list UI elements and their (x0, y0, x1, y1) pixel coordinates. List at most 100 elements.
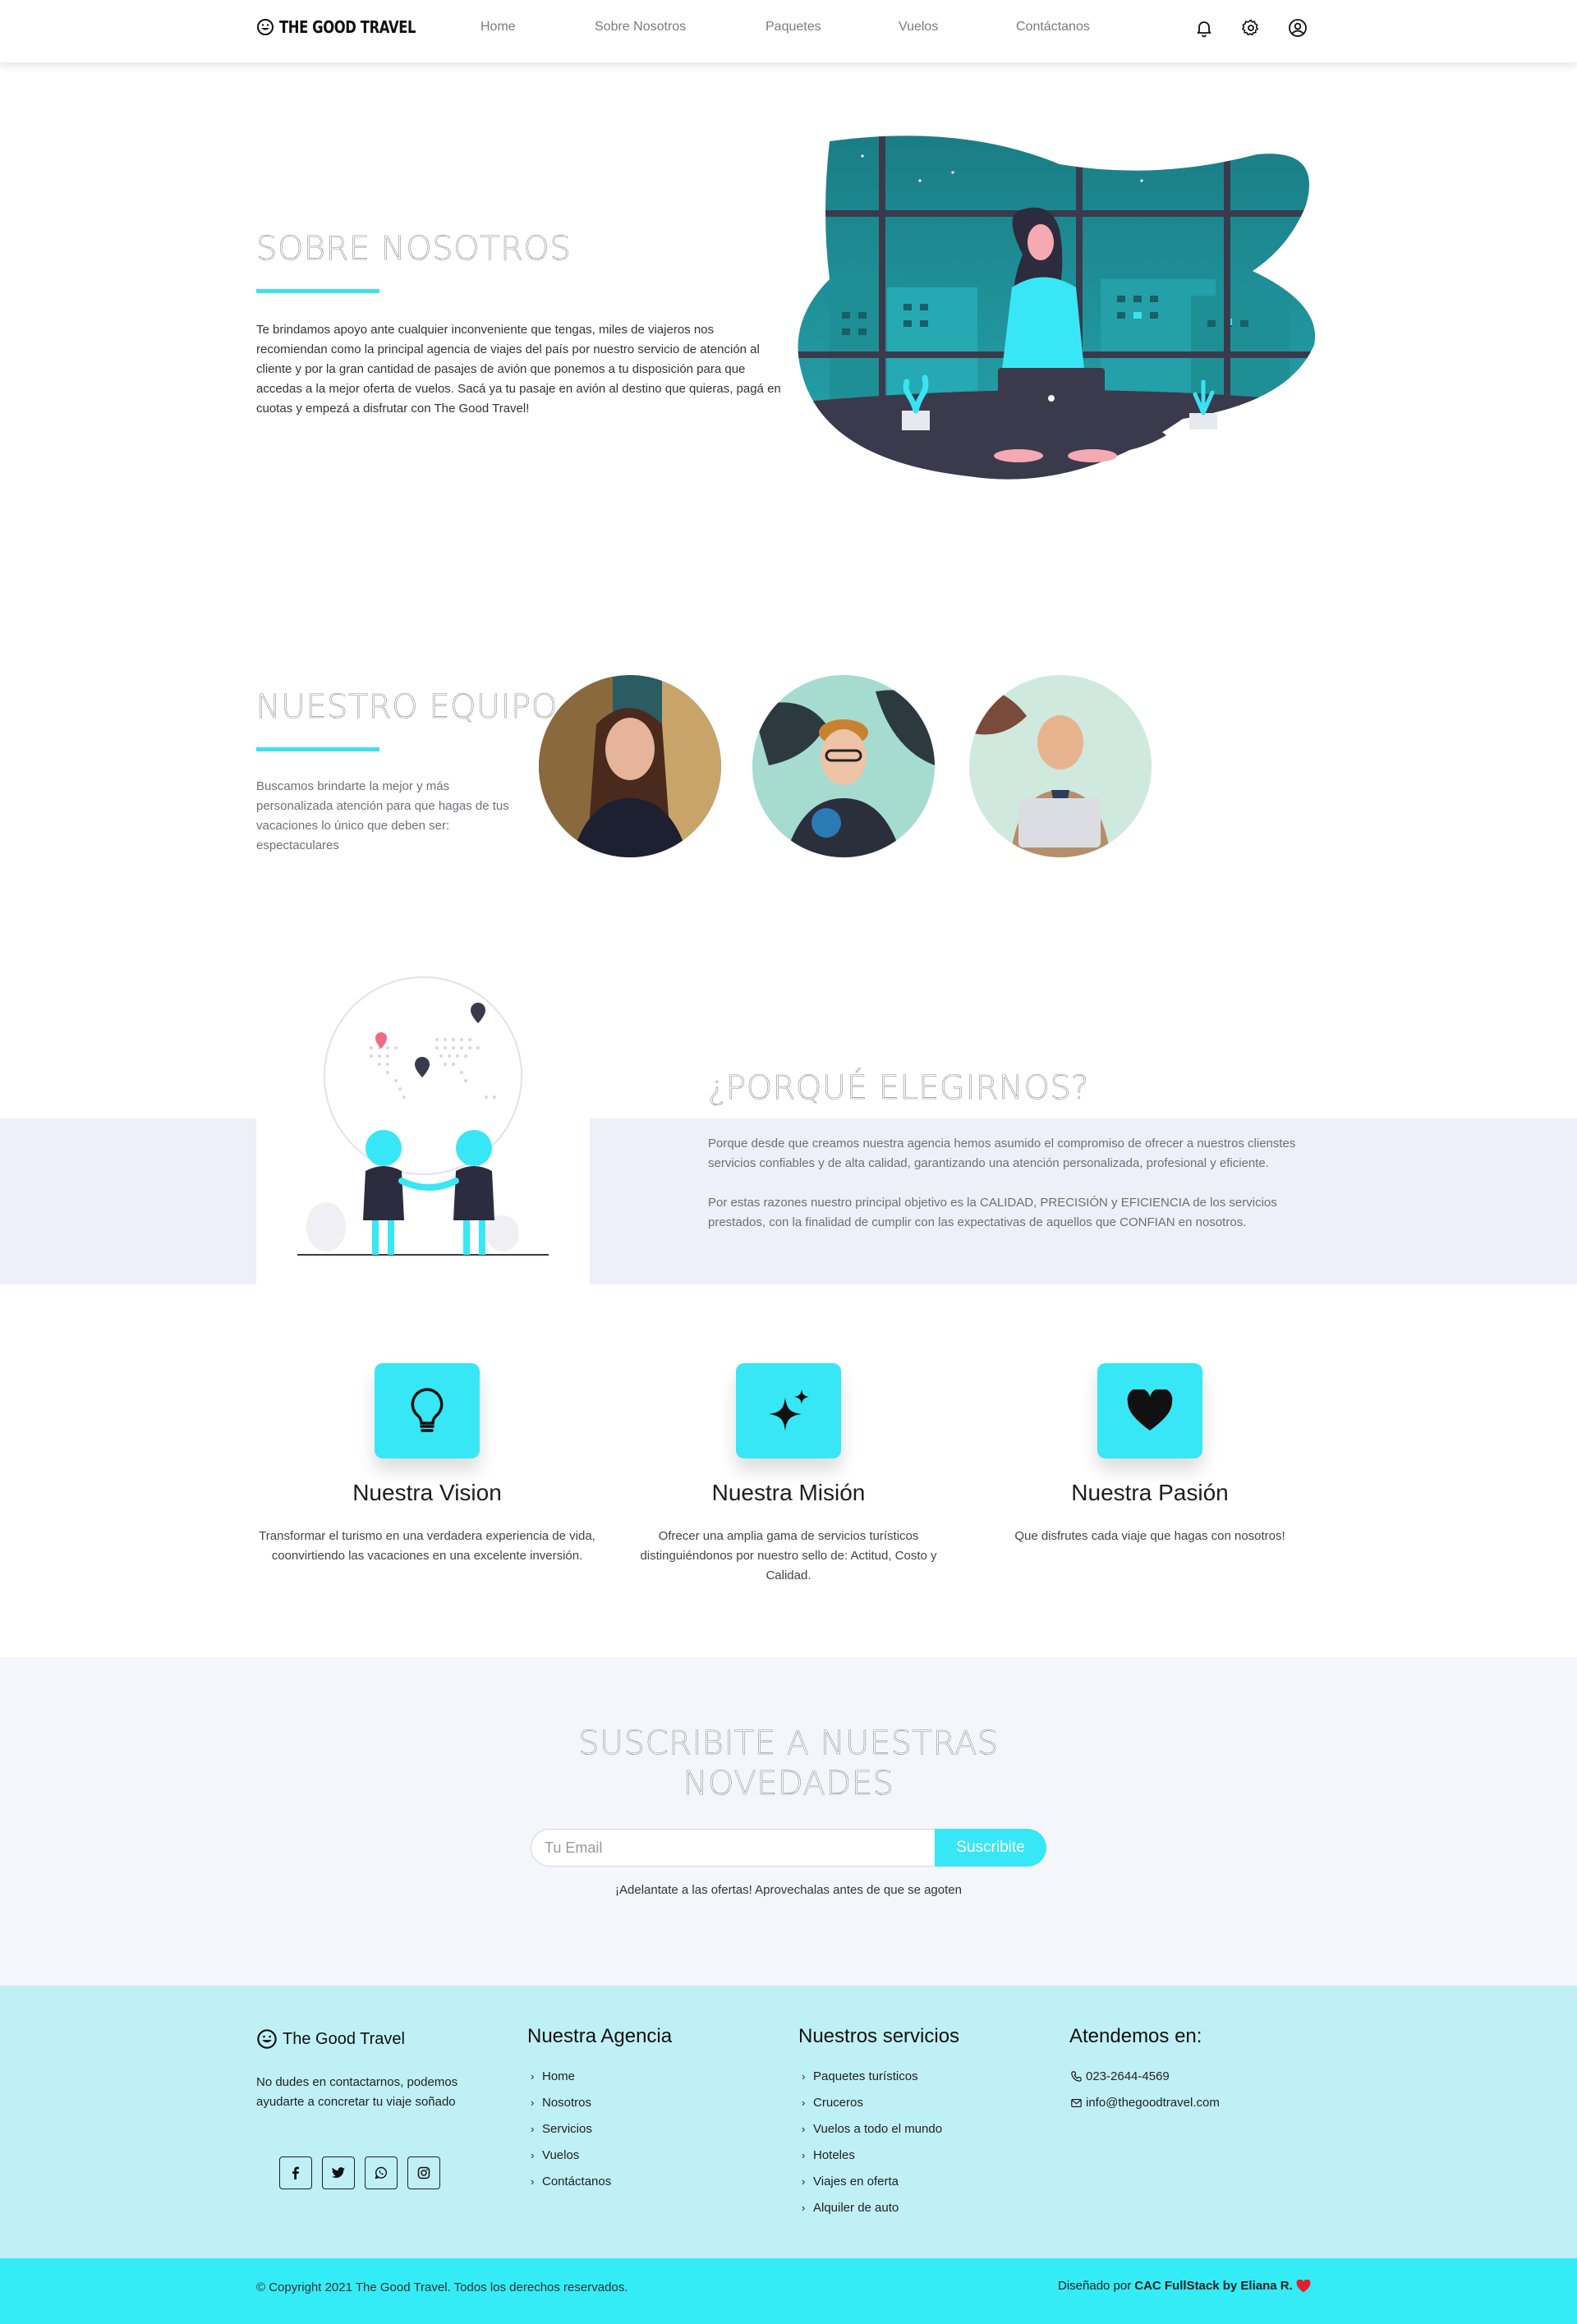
whatsapp-button[interactable] (365, 2156, 398, 2189)
chevron-right-icon: › (531, 2149, 535, 2161)
chevron-right-icon: › (531, 2123, 535, 2135)
about-title: SOBRE NOSOTROS (256, 230, 572, 268)
about-title-underline (256, 289, 379, 293)
chevron-right-icon: › (531, 2175, 535, 2188)
subscribe-title-line1: SUSCRIBITE A NUESTRAS (578, 1725, 999, 1762)
footer-brand-name: The Good Travel (283, 2029, 405, 2048)
footer-link-hoteles[interactable]: › Hoteles (802, 2148, 855, 2162)
chevron-right-icon: › (802, 2149, 806, 2161)
footer-link-label: Alquiler de auto (813, 2201, 899, 2215)
copyright-bar (0, 2258, 1577, 2324)
gear-icon[interactable] (1241, 18, 1261, 38)
woman-laptop-illustration (798, 135, 1316, 480)
team-member-photo-1 (539, 675, 721, 857)
footer-agency-title: Nuestra Agencia (527, 2025, 673, 2047)
footer-email[interactable]: info@thegoodtravel.com (1071, 2096, 1220, 2110)
nav-link-vuelos[interactable]: Vuelos (899, 20, 938, 34)
instagram-icon (417, 2166, 430, 2179)
mission-card-icon-box (736, 1363, 841, 1458)
nav-link-home[interactable]: Home (480, 20, 516, 34)
subscribe-note: ¡Adelantate a las ofertas! Aprovechalas … (615, 1883, 962, 1897)
twitter-icon (332, 2167, 345, 2178)
footer-link-label: Paquetes turísticos (813, 2069, 918, 2083)
credit-prefix: Diseñado por (1058, 2279, 1132, 2293)
footer-link-label: Home (542, 2069, 576, 2083)
footer-phone-text: 023-2644-4569 (1086, 2069, 1170, 2083)
footer-link-paquetes[interactable]: › Paquetes turísticos (802, 2069, 918, 2083)
footer (0, 1986, 1577, 2258)
why-title: ¿PORQUÉ ELEGIRNOS? (708, 1069, 1090, 1107)
mission-card-text: Ofrecer una amplia gama de servicios tur… (640, 1529, 937, 1582)
envelope-icon (1071, 2098, 1082, 2107)
passion-card-text: Que disfrutes cada viaje que hagas con n… (1014, 1529, 1285, 1543)
sparkles-icon (769, 1389, 809, 1431)
chevron-right-icon: › (802, 2175, 806, 2188)
team-title-underline (256, 747, 379, 751)
smile-logo-icon (257, 19, 274, 35)
user-circle-icon[interactable] (1288, 18, 1308, 38)
footer-link-nosotros[interactable]: › Nosotros (531, 2096, 591, 2110)
brand-logo[interactable]: THE GOOD TRAVEL (256, 17, 446, 37)
subscribe-title-line2: NOVEDADES (683, 1765, 894, 1803)
twitter-button[interactable] (322, 2156, 355, 2189)
footer-link-home[interactable]: › Home (531, 2069, 575, 2083)
instagram-button[interactable] (407, 2156, 440, 2189)
about-text: Te brindamos apoyo ante cualquier inconv… (256, 323, 781, 416)
globe-handshake-illustration (297, 976, 549, 1256)
vision-card-icon-box (375, 1363, 480, 1458)
footer-brand[interactable]: The Good Travel (256, 2028, 405, 2050)
copyright-text: © Copyright 2021 The Good Travel. Todos … (256, 2280, 628, 2294)
chevron-right-icon: › (802, 2202, 806, 2214)
heart-icon (1127, 1389, 1173, 1431)
footer-link-vuelos-mundo[interactable]: › Vuelos a todo el mundo (802, 2122, 942, 2136)
footer-link-label: Contáctanos (542, 2175, 612, 2189)
subscribe-section (0, 1657, 1577, 1986)
facebook-button[interactable] (279, 2156, 312, 2189)
passion-card-title: Nuestra Pasión (1071, 1480, 1229, 1505)
footer-link-label: Cruceros (813, 2096, 863, 2110)
footer-link-viajes-oferta[interactable]: › Viajes en oferta (802, 2175, 899, 2189)
footer-link-label: Vuelos (542, 2148, 580, 2162)
credit: Diseñado por CAC FullStack by Eliana R. (1058, 2279, 1311, 2293)
top-navbar: THE GOOD TRAVEL Home Sobre Nosotros Paqu… (0, 0, 1577, 62)
chevron-right-icon: › (802, 2123, 806, 2135)
footer-email-text: info@thegoodtravel.com (1086, 2096, 1220, 2110)
brand-name: THE GOOD TRAVEL (279, 17, 416, 37)
whatsapp-icon (375, 2166, 388, 2179)
footer-contact-title: Atendemos en: (1069, 2025, 1202, 2047)
lightbulb-icon (411, 1388, 444, 1432)
bell-icon[interactable] (1194, 18, 1214, 38)
email-input[interactable] (531, 1829, 936, 1867)
heart-icon (1296, 2279, 1311, 2292)
footer-link-label: Nosotros (542, 2096, 592, 2110)
vision-card-text: Transformar el turismo en una verdadera … (259, 1529, 595, 1563)
credit-name: CAC FullStack by Eliana R. (1134, 2279, 1293, 2293)
footer-tagline: No dudes en contactarnos, podemos ayudar… (256, 2075, 458, 2109)
footer-link-servicios[interactable]: › Servicios (531, 2122, 592, 2136)
phone-icon (1071, 2071, 1082, 2082)
nav-link-sobre-nosotros[interactable]: Sobre Nosotros (595, 20, 686, 34)
footer-link-cruceros[interactable]: › Cruceros (802, 2096, 863, 2110)
vision-card-title: Nuestra Vision (352, 1480, 502, 1505)
footer-link-contactanos[interactable]: › Contáctanos (531, 2175, 611, 2189)
smile-logo-icon (257, 2029, 277, 2049)
chevron-right-icon: › (802, 2097, 806, 2109)
nav-link-contactanos[interactable]: Contáctanos (1016, 20, 1090, 34)
footer-services-title: Nuestros servicios (798, 2025, 960, 2047)
footer-phone[interactable]: 023-2644-4569 (1071, 2069, 1170, 2083)
subscribe-button[interactable]: Suscribite (935, 1829, 1046, 1867)
team-title: NUESTRO EQUIPO (256, 688, 558, 726)
facebook-icon (292, 2166, 299, 2179)
footer-link-alquiler-auto[interactable]: › Alquiler de auto (802, 2201, 899, 2215)
team-text: Buscamos brindarte la mejor y más person… (256, 779, 509, 852)
mission-card-title: Nuestra Misión (711, 1480, 866, 1505)
footer-link-label: Servicios (542, 2122, 592, 2136)
chevron-right-icon: › (531, 2070, 535, 2083)
passion-card-icon-box (1097, 1363, 1202, 1458)
team-member-photo-3 (969, 675, 1152, 857)
footer-link-label: Viajes en oferta (813, 2175, 899, 2189)
footer-link-label: Vuelos a todo el mundo (813, 2122, 943, 2136)
why-text-1: Porque desde que creamos nuestra agencia… (708, 1137, 1296, 1170)
nav-link-paquetes[interactable]: Paquetes (766, 20, 821, 34)
footer-link-vuelos[interactable]: › Vuelos (531, 2148, 579, 2162)
